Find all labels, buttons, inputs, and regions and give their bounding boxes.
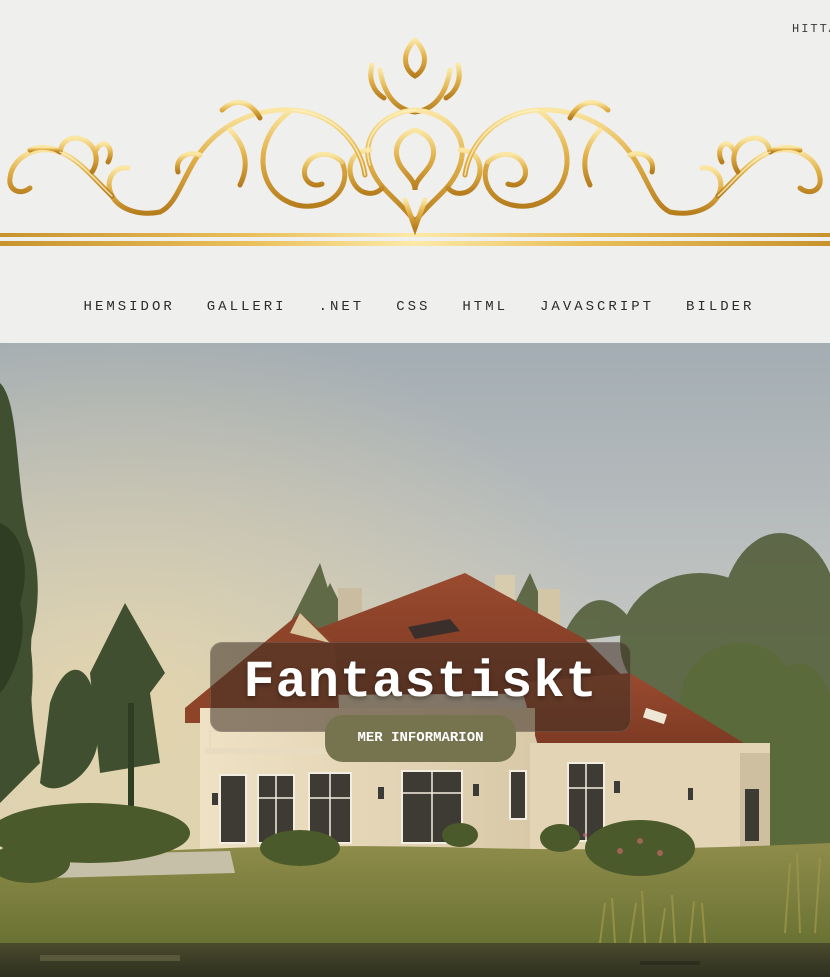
more-info-button[interactable]: MER INFORMARION: [325, 715, 516, 762]
nav-item-galleri[interactable]: GALLERI: [207, 290, 287, 324]
top-right-link[interactable]: HITTA: [792, 22, 830, 36]
nav-item-html[interactable]: HTML: [462, 290, 508, 324]
nav-item-hemsidor[interactable]: HEMSIDOR: [84, 290, 175, 324]
header-ornament-banner: HITTA: [0, 0, 830, 260]
nav-item-bilder[interactable]: BILDER: [686, 290, 754, 324]
gold-ornament-image: [0, 15, 830, 246]
nav-item-javascript[interactable]: JAVASCRIPT: [540, 290, 654, 324]
nav-item-css[interactable]: CSS: [396, 290, 430, 324]
hero-section: Fantastiskt MER INFORMARION: [0, 343, 830, 977]
nav-item-dotnet[interactable]: .NET: [319, 290, 365, 324]
main-navigation: HEMSIDOR GALLERI .NET CSS HTML JAVASCRIP…: [0, 290, 830, 324]
